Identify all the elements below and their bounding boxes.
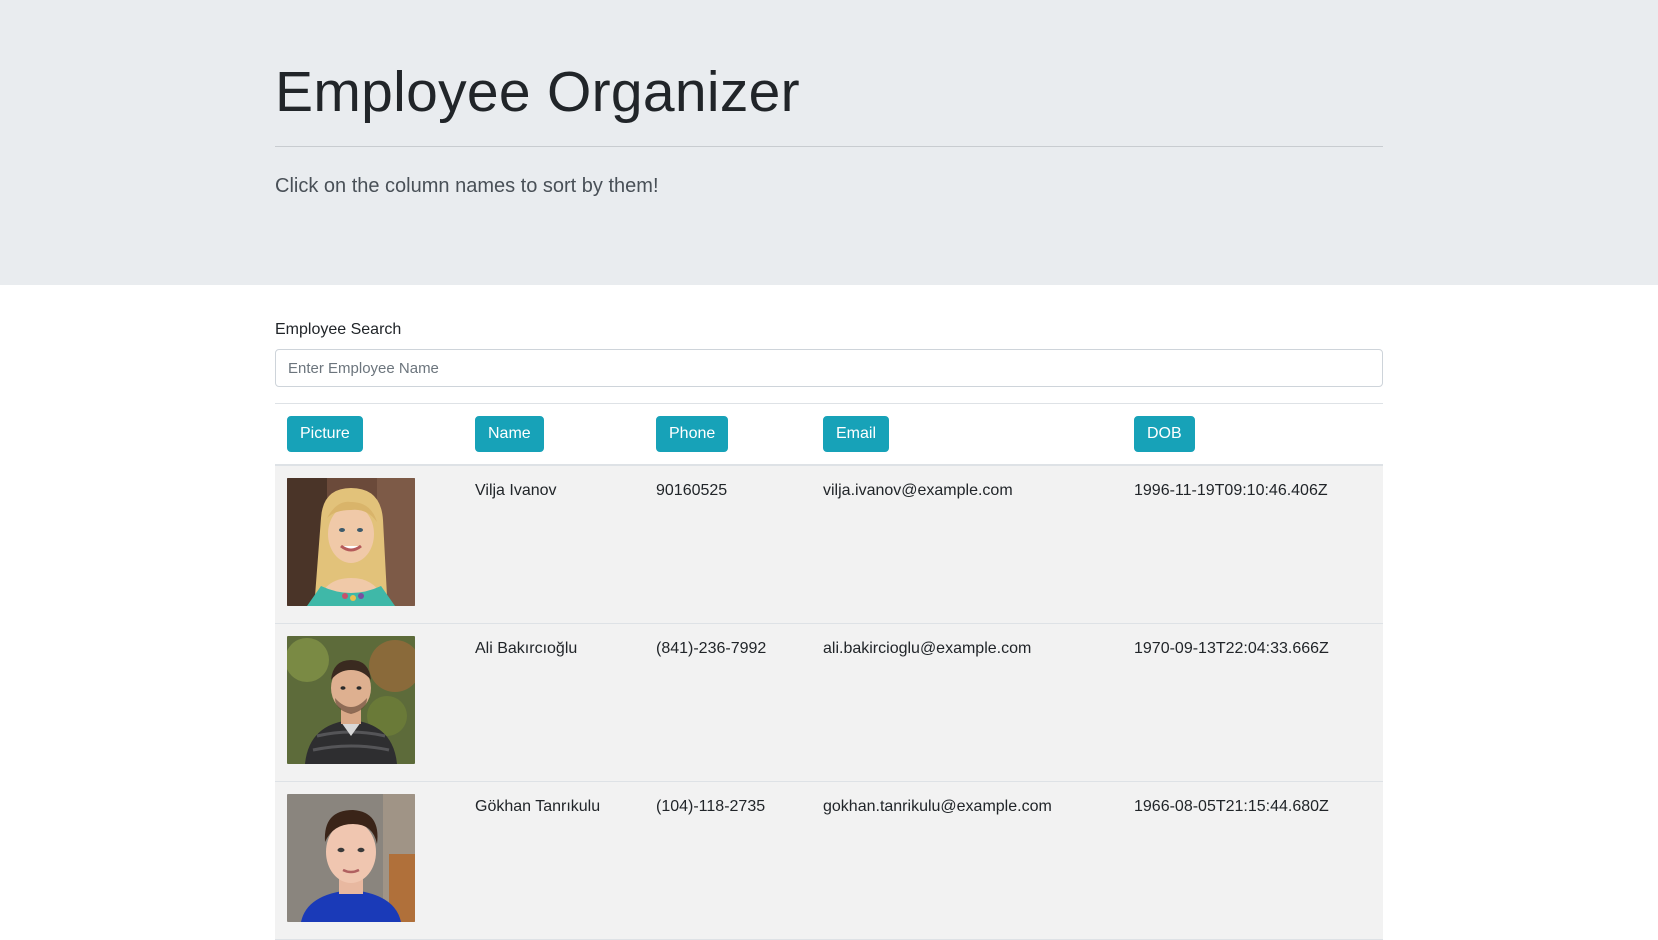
picture-cell <box>275 781 463 940</box>
employee-photo-woman-blonde <box>287 478 415 606</box>
table-body: Vilja Ivanov 90160525 vilja.ivanov@examp… <box>275 464 1383 940</box>
email-cell: gokhan.tanrikulu@example.com <box>811 781 1122 940</box>
header-divider <box>275 146 1383 148</box>
main-content: Employee Search Picture Name Phone Email… <box>275 285 1383 940</box>
dob-cell: 1970-09-13T22:04:33.666Z <box>1122 623 1383 782</box>
header-jumbotron: Employee Organizer Click on the column n… <box>0 0 1658 285</box>
header-content: Employee Organizer Click on the column n… <box>275 58 1383 198</box>
page-title: Employee Organizer <box>275 60 800 124</box>
employee-photo-man-blue-shirt <box>287 794 415 922</box>
column-email: Email <box>811 403 1122 466</box>
dob-cell: 1966-08-05T21:15:44.680Z <box>1122 781 1383 940</box>
table-row: Ali Bakırcıoğlu (841)-236-7992 ali.bakir… <box>275 623 1383 782</box>
phone-cell: (841)-236-7992 <box>644 623 811 782</box>
employee-table: Picture Name Phone Email DOB Vilja Ivano… <box>275 403 1383 940</box>
picture-cell <box>275 623 463 782</box>
employee-photo-man-jacket <box>287 636 415 764</box>
phone-cell: (104)-118-2735 <box>644 781 811 940</box>
search-input[interactable] <box>275 349 1383 387</box>
picture-cell <box>275 464 463 624</box>
name-cell: Ali Bakırcıoğlu <box>463 623 644 782</box>
name-cell: Vilja Ivanov <box>463 464 644 624</box>
sort-picture-button[interactable]: Picture <box>287 416 363 452</box>
column-phone: Phone <box>644 403 811 466</box>
dob-cell: 1996-11-19T09:10:46.406Z <box>1122 464 1383 624</box>
column-name: Name <box>463 403 644 466</box>
page-subtitle: Click on the column names to sort by the… <box>275 175 659 198</box>
table-header: Picture Name Phone Email DOB <box>275 403 1383 466</box>
table-header-row: Picture Name Phone Email DOB <box>275 403 1383 466</box>
name-cell: Gökhan Tanrıkulu <box>463 781 644 940</box>
sort-dob-button[interactable]: DOB <box>1134 416 1195 452</box>
email-cell: ali.bakircioglu@example.com <box>811 623 1122 782</box>
table-row: Gökhan Tanrıkulu (104)-118-2735 gokhan.t… <box>275 781 1383 940</box>
search-label: Employee Search <box>275 321 402 338</box>
sort-name-button[interactable]: Name <box>475 416 544 452</box>
email-cell: vilja.ivanov@example.com <box>811 464 1122 624</box>
phone-cell: 90160525 <box>644 464 811 624</box>
sort-phone-button[interactable]: Phone <box>656 416 729 452</box>
table-row: Vilja Ivanov 90160525 vilja.ivanov@examp… <box>275 464 1383 624</box>
column-dob: DOB <box>1122 403 1383 466</box>
column-picture: Picture <box>275 403 463 466</box>
sort-email-button[interactable]: Email <box>823 416 890 452</box>
